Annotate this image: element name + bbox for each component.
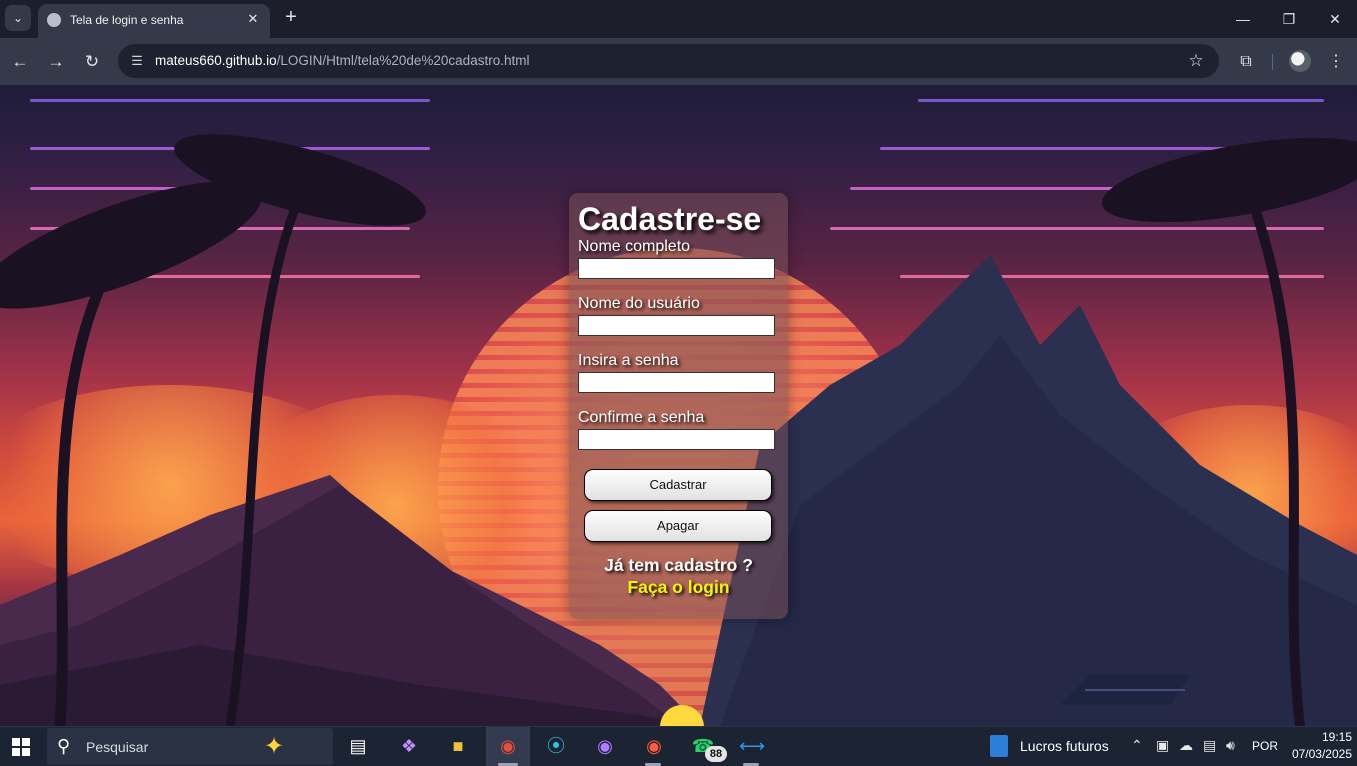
forward-arrow-icon[interactable]: → <box>44 50 68 74</box>
browser-toolbar: ← → ↻ ☰ mateus660.github.io/LOGIN/Html/t… <box>0 38 1357 85</box>
form-title: Cadastre-se <box>578 201 762 237</box>
reload-icon[interactable]: ↻ <box>80 50 104 74</box>
full-name-input[interactable] <box>578 258 775 279</box>
network-icon[interactable]: ▤ <box>1203 737 1216 754</box>
camera-icon[interactable]: ▣ <box>1156 737 1169 754</box>
full-name-label: Nome completo <box>578 238 691 255</box>
onedrive-cloud-icon[interactable]: ☁ <box>1179 737 1193 754</box>
search-icon: ⚲ <box>57 736 71 756</box>
windows-start-icon[interactable] <box>12 738 30 756</box>
browser-tab[interactable]: Tela de login e senha ✕ <box>38 4 270 38</box>
volume-icon[interactable]: 🔊︎ <box>1226 737 1235 754</box>
search-placeholder: Pesquisar <box>86 739 149 755</box>
more-menu-icon[interactable]: ⋮ <box>1324 50 1348 74</box>
globe-icon <box>47 13 61 27</box>
browser-tab-bar: ⌄ Tela de login e senha ✕ + — ❐ ✕ <box>0 0 1357 38</box>
edge-icon[interactable]: ⦿ <box>541 731 571 761</box>
obs-icon[interactable]: ◉ <box>639 731 669 761</box>
password-input[interactable] <box>578 372 775 393</box>
clock-date: 07/03/2025 <box>1291 747 1352 761</box>
url-text[interactable]: mateus660.github.io/LOGIN/Html/tela%20de… <box>155 53 529 68</box>
copilot-sparkle-icon[interactable]: ✦ <box>264 732 284 761</box>
tab-title: Tela de login e senha <box>70 13 184 27</box>
copilot-icon[interactable]: ❖ <box>394 731 424 761</box>
login-link[interactable]: Faça o login <box>569 577 788 598</box>
system-clock[interactable]: 19:15 07/03/2025 <box>1282 729 1352 763</box>
close-tab-icon[interactable]: ✕ <box>244 10 262 28</box>
tab-search-menu-icon[interactable]: ⌄ <box>5 5 31 31</box>
has-account-text: Já tem cadastro ? <box>604 555 753 575</box>
extensions-puzzle-icon[interactable]: ⧉ <box>1234 50 1258 74</box>
username-label: Nome do usuário <box>578 295 700 312</box>
tray-overflow-chevron-icon[interactable]: ⌃ <box>1131 737 1143 754</box>
taskbar-search-box[interactable]: ⚲ Pesquisar ✦ <box>47 728 333 765</box>
back-arrow-icon[interactable]: ← <box>8 50 32 74</box>
chrome-icon[interactable]: ◉ <box>493 731 523 761</box>
document-widget-icon[interactable] <box>990 735 1008 757</box>
restore-icon[interactable]: ❐ <box>1269 6 1309 32</box>
page-background: Cadastre-se Nome completo Nome do usuári… <box>0 85 1357 726</box>
new-tab-plus-icon[interactable]: + <box>280 6 302 28</box>
confirm-password-input[interactable] <box>578 429 775 450</box>
toolbar-divider <box>1272 54 1273 70</box>
windows-taskbar: ⚲ Pesquisar ✦ ▤ ❖ ■ ◉ ⦿ ◉ ◉ ☎ 88 ⟷ Lucro… <box>0 726 1357 766</box>
register-button[interactable]: Cadastrar <box>584 469 772 501</box>
minimize-icon[interactable]: — <box>1223 6 1263 32</box>
profile-avatar-icon[interactable] <box>1289 50 1311 72</box>
file-explorer-icon[interactable]: ■ <box>443 731 473 761</box>
github-desktop-icon[interactable]: ◉ <box>590 731 620 761</box>
vscode-icon[interactable]: ⟷ <box>737 731 767 761</box>
registration-card: Cadastre-se Nome completo Nome do usuári… <box>569 193 788 619</box>
address-bar[interactable]: ☰ mateus660.github.io/LOGIN/Html/tela%20… <box>118 44 1219 78</box>
language-indicator[interactable]: POR <box>1252 739 1278 753</box>
task-view-icon[interactable]: ▤ <box>343 731 373 761</box>
clock-time: 19:15 <box>1321 730 1352 744</box>
close-window-icon[interactable]: ✕ <box>1315 6 1355 32</box>
site-info-icon[interactable]: ☰ <box>126 50 148 72</box>
username-input[interactable] <box>578 315 775 336</box>
bookmark-star-icon[interactable]: ☆ <box>1185 50 1207 72</box>
whatsapp-badge: 88 <box>705 746 727 762</box>
password-label: Insira a senha <box>578 352 679 369</box>
widget-text[interactable]: Lucros futuros <box>1020 738 1109 754</box>
confirm-password-label: Confirme a senha <box>578 409 705 426</box>
clear-button[interactable]: Apagar <box>584 510 772 542</box>
